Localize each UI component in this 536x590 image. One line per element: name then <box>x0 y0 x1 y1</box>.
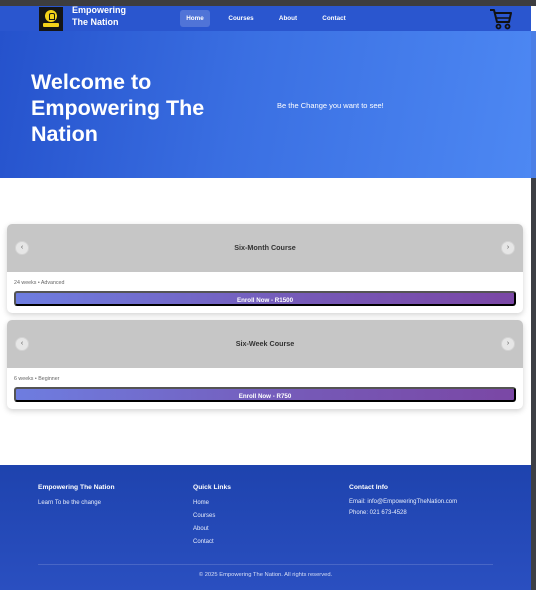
navbar: Empowering The Nation Home Courses About… <box>0 5 531 31</box>
hero-tagline: Be the Change you want to see! <box>277 101 384 110</box>
shopping-cart-icon[interactable] <box>489 8 513 30</box>
footer-link-courses[interactable]: Courses <box>193 510 231 523</box>
footer-divider <box>38 564 493 565</box>
course-title: Six-Month Course <box>234 243 296 252</box>
scrollbar-thumb[interactable] <box>531 31 536 178</box>
course-title: Six-Week Course <box>235 339 295 348</box>
logo-lightbulb-icon[interactable] <box>39 7 63 31</box>
footer-link-about[interactable]: About <box>193 523 231 536</box>
footer-copyright: © 2025 Empowering The Nation. All rights… <box>198 572 333 578</box>
chevron-right-icon[interactable]: › <box>501 337 515 351</box>
footer-about: Empowering The Nation Learn To be the ch… <box>38 484 115 506</box>
nav-link-contact[interactable]: Contact <box>318 10 350 27</box>
chevron-right-icon[interactable]: › <box>501 241 515 255</box>
nav-link-home[interactable]: Home <box>180 10 210 27</box>
course-image-carousel: ‹ Six-Month Course › <box>7 224 523 272</box>
footer-email[interactable]: Email: info@EmpoweringTheNation.com <box>349 497 457 508</box>
footer-phone[interactable]: Phone: 021 673-4528 <box>349 508 457 519</box>
footer-about-text: Learn To be the change <box>38 500 101 506</box>
hero-title: Welcome to Empowering The Nation <box>31 70 205 146</box>
enroll-button[interactable]: Enroll Now - R1500 <box>14 291 516 306</box>
course-card-six-week: ‹ Six-Week Course › 6 weeks • Beginner E… <box>7 320 523 409</box>
lightbulb-icon <box>45 10 57 22</box>
footer-link-home[interactable]: Home <box>193 497 231 510</box>
footer: Empowering The Nation Learn To be the ch… <box>0 465 531 590</box>
course-image-carousel: ‹ Six-Week Course › <box>7 320 523 368</box>
footer-contact: Contact Info Email: info@EmpoweringTheNa… <box>349 484 457 518</box>
course-meta: 6 weeks • Beginner <box>14 376 60 382</box>
footer-link-contact[interactable]: Contact <box>193 536 231 549</box>
footer-about-heading: Empowering The Nation <box>38 484 115 491</box>
nav-link-about[interactable]: About <box>274 10 302 27</box>
nav-link-courses[interactable]: Courses <box>224 10 258 27</box>
footer-contact-heading: Contact Info <box>349 484 389 491</box>
hero-section: Welcome to Empowering The Nation Be the … <box>0 31 531 178</box>
brand-name[interactable]: Empowering The Nation <box>72 5 142 28</box>
enroll-button[interactable]: Enroll Now - R750 <box>14 387 516 402</box>
logo-base <box>43 23 59 27</box>
course-meta: 24 weeks • Advanced <box>14 280 65 286</box>
page-scrollbar[interactable] <box>531 31 536 590</box>
course-card-six-month: ‹ Six-Month Course › 24 weeks • Advanced… <box>7 224 523 313</box>
footer-quick-links-heading: Quick Links <box>193 484 231 491</box>
footer-quick-links: Quick Links Home Courses About Contact <box>193 484 231 549</box>
